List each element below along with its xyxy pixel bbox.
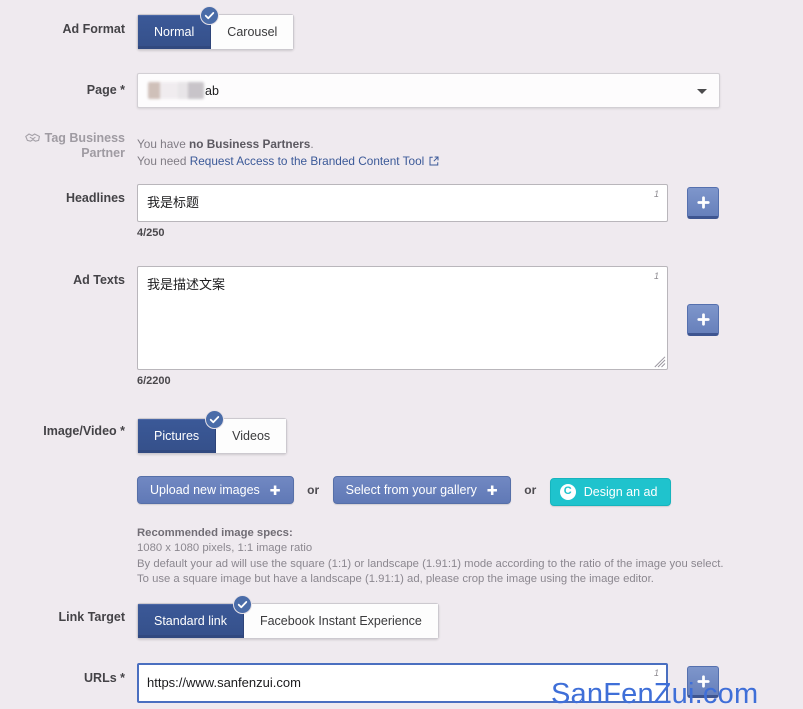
headlines-label: Headlines [65,191,125,205]
tag-business-partner-label-line1: Tag Business [44,131,125,145]
canva-icon: C [559,483,576,500]
plus-icon: ✚ [269,482,281,498]
tag-business-partner-label-line2: Partner [81,146,125,160]
or-separator-1: or [307,482,320,497]
image-specs-line-1: 1080 x 1080 pixels, 1:1 image ratio [137,542,313,554]
image-specs-line-2: By default your ad will use the square (… [137,557,724,570]
notice-need-prefix: You need [137,154,190,168]
link-target-label: Link Target [58,610,125,624]
urls-label: URLs * [84,671,125,685]
url-input[interactable] [137,663,668,703]
page-label: Page * [86,83,125,97]
headline-input-wrap: 1 [137,184,668,222]
image-video-label: Image/Video * [43,424,125,438]
ad-format-option-carousel[interactable]: Carousel [211,15,294,49]
link-target-option-instant-experience-label: Facebook Instant Experience [259,614,422,628]
image-video-option-pictures[interactable]: Pictures [138,410,225,453]
ad-format-option-carousel-label: Carousel [227,25,278,39]
handshake-icon [24,131,41,145]
add-headline-button[interactable] [687,187,720,219]
ad-format-option-normal-label: Normal [154,25,195,39]
design-an-ad-label: Design an ad [583,484,658,499]
chevron-down-icon [697,88,707,94]
ad-creation-form: Ad Format Normal Carousel Page * ab Tag … [0,0,803,709]
headline-counter: 4/250 [137,227,165,239]
ad-text-counter: 6/2200 [137,375,171,387]
link-target-option-standard-label: Standard link [154,614,227,628]
notice-suffix: . [310,137,314,151]
or-separator-2: or [524,482,537,497]
upload-new-images-button[interactable]: Upload new images ✚ [137,476,294,504]
upload-new-images-label: Upload new images [150,483,260,497]
business-partner-notice: You have no Business Partners. You need … [137,136,439,170]
ad-format-option-normal[interactable]: Normal [138,6,220,49]
image-video-option-pictures-label: Pictures [154,429,200,443]
image-specs-title: Recommended image specs: [137,526,293,539]
page-name-redacted [148,82,204,99]
check-icon [232,595,252,614]
add-ad-text-button[interactable] [687,304,720,336]
image-video-toggle[interactable]: Pictures Videos [137,410,288,454]
url-input-wrap: 1 [137,663,668,703]
business-partner-notice-line1: You have no Business Partners. [137,136,439,153]
branded-content-tool-link[interactable]: Request Access to the Branded Content To… [190,154,425,168]
select-from-gallery-button[interactable]: Select from your gallery ✚ [332,476,511,504]
headline-input[interactable] [137,184,668,222]
ad-format-label: Ad Format [62,22,126,36]
page-name-suffix: ab [205,83,219,98]
ad-text-input[interactable] [137,266,668,370]
image-video-option-videos-label: Videos [232,429,271,443]
link-target-option-standard[interactable]: Standard link [138,595,252,638]
notice-prefix: You have [137,137,190,151]
link-target-option-instant-experience[interactable]: Facebook Instant Experience [243,604,438,638]
image-source-actions: Upload new images ✚ or Select from your … [137,476,724,506]
business-partner-notice-line2: You need Request Access to the Branded C… [137,153,439,170]
select-from-gallery-label: Select from your gallery [345,483,477,497]
link-target-toggle[interactable]: Standard link Facebook Instant Experienc… [137,595,439,639]
external-link-icon[interactable] [429,153,439,170]
image-video-option-videos[interactable]: Videos [216,419,287,453]
design-an-ad-button[interactable]: C Design an ad [549,477,672,506]
notice-strong: no Business Partners [189,137,311,151]
plus-icon: ✚ [486,482,498,498]
page-select[interactable]: ab [137,73,720,108]
image-specs-line-3: To use a square image but have a landsca… [137,573,654,585]
ad-format-toggle[interactable]: Normal Carousel [137,6,295,50]
tag-business-partner-label: Tag Business Partner [0,131,125,161]
add-url-button[interactable] [687,666,720,698]
image-specs: Recommended image specs: 1080 x 1080 pix… [137,526,724,588]
ad-texts-label: Ad Texts [73,273,125,287]
ad-text-input-wrap: 1 [137,266,668,370]
